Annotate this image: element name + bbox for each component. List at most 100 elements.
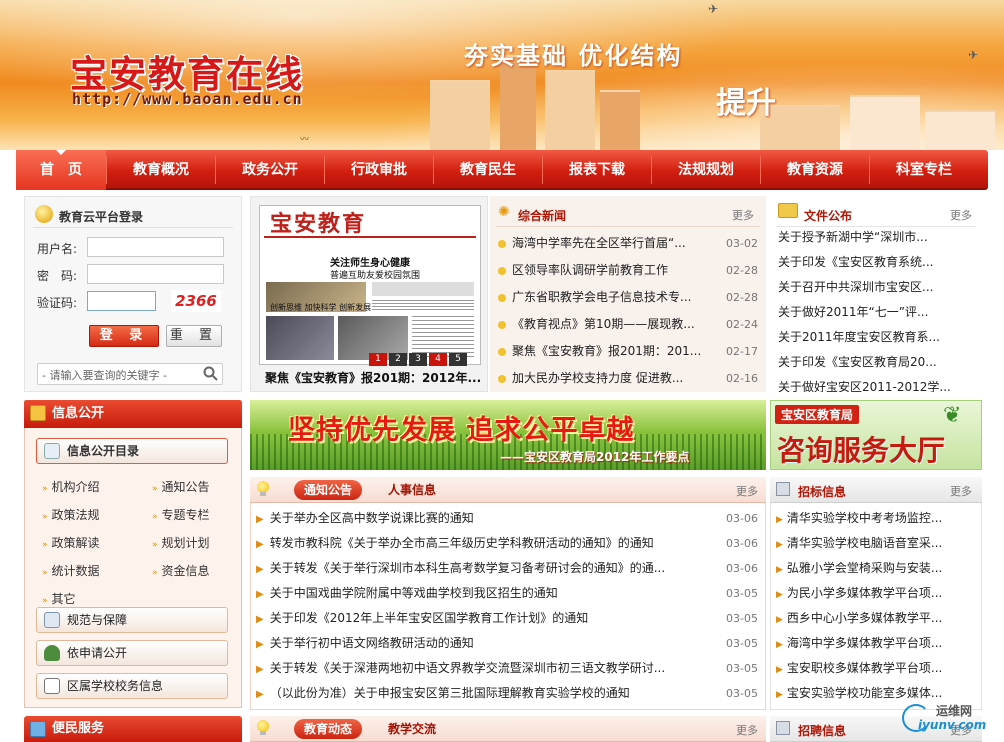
nav-item-departments[interactable]: 科室专栏	[871, 150, 977, 190]
info-catalog-button[interactable]: 信息公开目录	[36, 438, 228, 464]
nav-item-home[interactable]: 首 页	[16, 150, 106, 190]
info-link[interactable]: » 政策解读	[42, 530, 100, 558]
file-item[interactable]: 关于2011年度宝安区教育系...	[778, 325, 978, 350]
page-button-3[interactable]: 3	[409, 353, 427, 366]
file-item[interactable]: 关于做好2011年“七一”评...	[778, 300, 978, 325]
bid-item-title[interactable]: 为民小学多媒体教学平台项...	[787, 581, 967, 606]
bid-item[interactable]: ▶ 宝安职校多媒体教学平台项...	[776, 656, 976, 681]
news-item[interactable]: 聚焦《宝安教育》报201期：201... 02-17	[498, 339, 760, 364]
news-item-title[interactable]: 《教育视点》第10期——展现教...	[512, 312, 702, 337]
file-item-title[interactable]: 关于印发《宝安区教育系统...	[778, 250, 974, 275]
password-input[interactable]	[87, 264, 224, 284]
nav-item-resources[interactable]: 教育资源	[762, 150, 868, 190]
school-affairs-button[interactable]: 区属学校校务信息	[36, 673, 228, 699]
news-item-title[interactable]: 广东省职教学会电子信息技术专...	[512, 285, 702, 310]
news-more-link[interactable]: 更多	[732, 207, 754, 223]
nav-item-regulations[interactable]: 法规规划	[653, 150, 759, 190]
notice-item-title[interactable]: 关于转发《关于举行深圳市本科生高考数学复习备考研讨会的通知》的通...	[270, 556, 710, 581]
bid-item-title[interactable]: 清华实验学校电脑语音室采...	[787, 531, 967, 556]
bid-item-title[interactable]: 西乡中心小学多媒体教学平...	[787, 606, 967, 631]
file-item[interactable]: 关于召开中共深圳市宝安区...	[778, 275, 978, 300]
tab-teaching-exchange[interactable]: 教学交流	[388, 719, 436, 739]
info-link-label[interactable]: 通知公告	[162, 480, 210, 494]
notice-item[interactable]: ▶ 关于中国戏曲学院附属中等戏曲学校到我区招生的通知 03-05	[256, 581, 760, 606]
newspaper-caption[interactable]: 聚焦《宝安教育》报201期：2012年...	[265, 369, 481, 386]
page-button-2[interactable]: 2	[389, 353, 407, 366]
file-item-title[interactable]: 关于召开中共深圳市宝安区...	[778, 275, 974, 300]
bid-item-title[interactable]: 清华实验学校中考考场监控...	[787, 506, 967, 531]
bid-item[interactable]: ▶ 清华实验学校电脑语音室采...	[776, 531, 976, 556]
notice-item[interactable]: ▶ 关于转发《关于举行深圳市本科生高考数学复习备考研讨会的通知》的通... 03-0…	[256, 556, 760, 581]
news-item-title[interactable]: 区领导率队调研学前教育工作	[512, 258, 702, 283]
info-link-label[interactable]: 政策法规	[52, 508, 100, 522]
info-link-label[interactable]: 机构介绍	[52, 480, 100, 494]
username-input[interactable]	[87, 237, 224, 257]
nav-item-government[interactable]: 政务公开	[217, 150, 323, 190]
tab-edu-news[interactable]: 教育动态	[294, 719, 363, 739]
info-link-label[interactable]: 政策解读	[52, 536, 100, 550]
info-link-label[interactable]: 其它	[52, 592, 76, 606]
info-link-label[interactable]: 专题专栏	[162, 508, 210, 522]
tab-notices[interactable]: 通知公告	[294, 480, 363, 500]
bid-item-title[interactable]: 宝安职校多媒体教学平台项...	[787, 656, 967, 681]
bid-item[interactable]: ▶ 海湾中学多媒体教学平台项...	[776, 631, 976, 656]
info-link[interactable]: » 政策法规	[42, 502, 100, 530]
tab-personnel[interactable]: 人事信息	[388, 480, 436, 500]
file-item-title[interactable]: 关于印发《宝安区教育局20...	[778, 350, 974, 375]
news-item-title[interactable]: 加大民办学校支持力度 促进教...	[512, 366, 702, 391]
notices-more-link[interactable]: 更多	[736, 483, 758, 499]
notice-item-title[interactable]: 关于中国戏曲学院附属中等戏曲学校到我区招生的通知	[270, 581, 710, 606]
captcha-input[interactable]	[87, 291, 156, 311]
file-item[interactable]: 关于印发《宝安区教育局20...	[778, 350, 978, 375]
notice-item-title[interactable]: 转发市教科院《关于举办全市高三年级历史学科教研活动的通知》的通知	[270, 531, 710, 556]
info-link[interactable]: » 专题专栏	[152, 502, 210, 530]
notice-item-title[interactable]: 关于印发《2012年上半年宝安区国学教育工作计划》的通知	[270, 606, 710, 631]
file-item-title[interactable]: 关于做好宝安区2011-2012学...	[778, 375, 974, 392]
info-link[interactable]: » 统计数据	[42, 558, 100, 586]
notice-item-title[interactable]: 关于举行初中语文网络教研活动的通知	[270, 631, 710, 656]
file-item[interactable]: 关于印发《宝安区教育系统...	[778, 250, 978, 275]
captcha-image[interactable]: 2366	[171, 290, 221, 312]
notice-item[interactable]: ▶ 关于举行初中语文网络教研活动的通知 03-05	[256, 631, 760, 656]
reset-button[interactable]: 重 置	[166, 325, 222, 347]
search-icon[interactable]	[203, 366, 219, 382]
bid-item[interactable]: ▶ 清华实验学校中考考场监控...	[776, 506, 976, 531]
bid-item-title[interactable]: 海湾中学多媒体教学平台项...	[787, 631, 967, 656]
file-item[interactable]: 关于做好宝安区2011-2012学...	[778, 375, 978, 392]
bid-item-title[interactable]: 弘雅小学会堂椅采购与安装...	[787, 556, 967, 581]
news-item[interactable]: 广东省职教学会电子信息技术专... 02-28	[498, 285, 760, 310]
files-more-link[interactable]: 更多	[950, 207, 972, 223]
bid-item[interactable]: ▶ 弘雅小学会堂椅采购与安装...	[776, 556, 976, 581]
login-button[interactable]: 登 录	[89, 325, 159, 347]
notice-item-title[interactable]: （以此份为准）关于申报宝安区第三批国际理解教育实验学校的通知	[270, 681, 710, 706]
file-item-title[interactable]: 关于2011年度宝安区教育系...	[778, 325, 974, 350]
nav-item-overview[interactable]: 教育概况	[108, 150, 214, 190]
bid-item[interactable]: ▶ 西乡中心小学多媒体教学平...	[776, 606, 976, 631]
priority-banner[interactable]: 坚持优先发展 追求公平卓越 ——宝安区教育局2012年工作要点	[250, 400, 766, 470]
site-url[interactable]: http://www.baoan.edu.cn	[72, 90, 303, 108]
page-button-5[interactable]: 5	[449, 353, 467, 366]
nav-item-approval[interactable]: 行政审批	[326, 150, 432, 190]
info-link-label[interactable]: 资金信息	[162, 564, 210, 578]
newspaper-image[interactable]: 宝安教育 关注师生身心健康 普遍互助友爱校园氛围 创新思维 加快科学 创新发展	[259, 205, 481, 365]
news-item[interactable]: 《教育视点》第10期——展现教... 02-24	[498, 312, 760, 337]
page-button-1[interactable]: 1	[369, 353, 387, 366]
page-button-4[interactable]: 4	[429, 353, 447, 366]
info-link[interactable]: » 规划计划	[152, 530, 210, 558]
info-link[interactable]: » 机构介绍	[42, 474, 100, 502]
news-item[interactable]: 海湾中学率先在全区举行首届“... 03-02	[498, 231, 760, 256]
nav-item-livelihood[interactable]: 教育民生	[435, 150, 541, 190]
notice-item[interactable]: ▶ 关于举办全区高中数学说课比赛的通知 03-06	[256, 506, 760, 531]
news-item[interactable]: 区领导率队调研学前教育工作 02-28	[498, 258, 760, 283]
file-item-title[interactable]: 关于授予新湖中学“深圳市...	[778, 225, 974, 250]
bid-item[interactable]: ▶ 为民小学多媒体教学平台项...	[776, 581, 976, 606]
news-item[interactable]: 加大民办学校支持力度 促进教... 02-16	[498, 366, 760, 391]
file-item[interactable]: 关于授予新湖中学“深圳市...	[778, 225, 978, 250]
apply-open-button[interactable]: 依申请公开	[36, 640, 228, 666]
notice-item[interactable]: ▶ 关于印发《2012年上半年宝安区国学教育工作计划》的通知 03-05	[256, 606, 760, 631]
standards-button[interactable]: 规范与保障	[36, 607, 228, 633]
notice-item[interactable]: ▶ 转发市教科院《关于举办全市高三年级历史学科教研活动的通知》的通知 03-06	[256, 531, 760, 556]
notice-item[interactable]: ▶ （以此份为准）关于申报宝安区第三批国际理解教育实验学校的通知 03-05	[256, 681, 760, 706]
info-link-label[interactable]: 规划计划	[162, 536, 210, 550]
bids-more-link[interactable]: 更多	[950, 483, 972, 499]
